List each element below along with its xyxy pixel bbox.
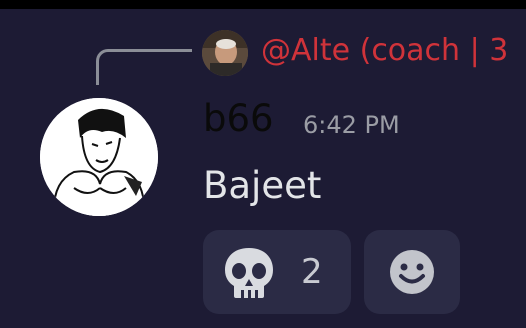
message-author-avatar[interactable] — [40, 98, 158, 216]
message-author-name[interactable]: b66 — [203, 95, 274, 143]
message-text: Bajeet — [203, 164, 322, 207]
reply-author-name[interactable]: @Alte (coach | 3 — [261, 31, 508, 71]
reply-author-avatar[interactable] — [202, 30, 248, 76]
message-timestamp: 6:42 PM — [303, 111, 400, 139]
reply-connector-line — [96, 49, 192, 85]
reaction-count: 2 — [301, 252, 323, 292]
elderly-man-avatar-icon — [202, 30, 248, 76]
add-reaction-button[interactable] — [364, 230, 460, 314]
muscular-man-drawing-avatar-icon — [40, 98, 158, 216]
window-top-edge — [0, 0, 526, 9]
reaction-skull[interactable]: 2 — [203, 230, 351, 314]
chat-message-area: @Alte (coach | 3 b66 6:42 PM Bajeet 2 — [0, 9, 526, 328]
skull-icon — [225, 248, 273, 298]
smiley-face-icon — [390, 250, 434, 294]
